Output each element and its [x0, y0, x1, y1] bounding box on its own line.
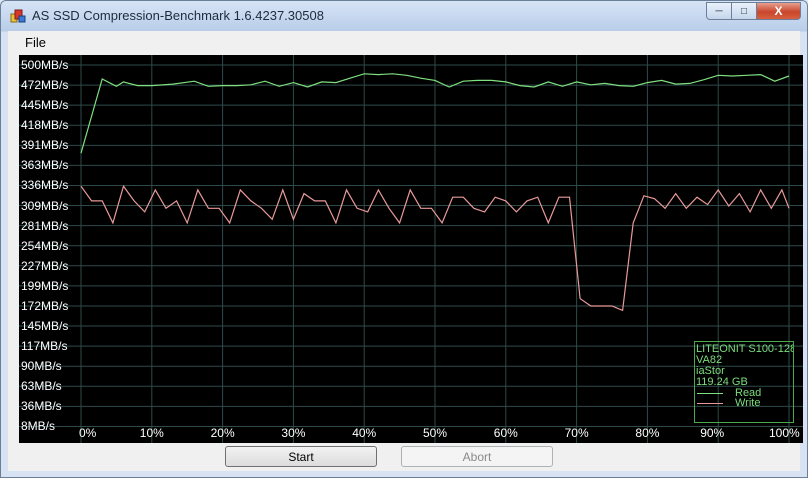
start-button[interactable]: Start — [225, 446, 377, 467]
y-tick-label: 281MB/s — [21, 218, 69, 233]
y-tick-label: 117MB/s — [21, 339, 68, 354]
x-tick-label: 30% — [281, 426, 306, 440]
minimize-button[interactable]: ─ — [706, 2, 732, 20]
y-tick-label: 8MB/s — [21, 419, 56, 434]
x-tick-label: 60% — [493, 426, 518, 440]
x-tick-label: 80% — [635, 426, 660, 440]
legend-write-label: Write — [735, 397, 761, 409]
y-tick-label: 254MB/s — [21, 238, 69, 253]
window-title: AS SSD Compression-Benchmark 1.6.4237.30… — [32, 8, 324, 23]
y-tick-label: 500MB/s — [21, 58, 69, 72]
close-icon: X — [774, 4, 783, 18]
menu-file[interactable]: File — [25, 35, 46, 50]
x-tick-label: 10% — [139, 426, 164, 440]
x-tick-label: 50% — [423, 426, 448, 440]
window-controls: ─ □ X — [706, 2, 801, 20]
maximize-button[interactable]: □ — [732, 2, 757, 20]
client-area: File 500MB/s 472MB/s 445MB/s 418MB/s 391MB/s… — [8, 31, 803, 471]
y-tick-label: 172MB/s — [21, 298, 69, 313]
y-tick-label: 336MB/s — [21, 178, 69, 193]
y-tick-label: 309MB/s — [21, 198, 69, 213]
compression-chart: 500MB/s 472MB/s 445MB/s 418MB/s 391MB/s 363MB… — [19, 55, 803, 443]
legend-write-swatch — [697, 403, 723, 404]
y-tick-label: 227MB/s — [21, 258, 69, 273]
y-tick-label: 90MB/s — [21, 359, 62, 374]
y-tick-label: 363MB/s — [21, 158, 69, 173]
y-tick-label: 145MB/s — [21, 319, 69, 334]
x-tick-label: 100% — [769, 426, 800, 440]
x-tick-label: 0% — [79, 426, 97, 440]
x-tick-label: 20% — [210, 426, 235, 440]
y-tick-label: 445MB/s — [21, 98, 69, 113]
close-button[interactable]: X — [757, 2, 801, 20]
minimize-icon: ─ — [715, 5, 723, 17]
chart-svg — [19, 55, 803, 443]
x-tick-label: 90% — [700, 426, 725, 440]
benchmark-window: AS SSD Compression-Benchmark 1.6.4237.30… — [0, 0, 808, 478]
y-tick-label: 391MB/s — [21, 138, 69, 153]
y-tick-label: 63MB/s — [21, 379, 62, 394]
drive-info-legend: LITEONIT S100-128 VA82 iaStor 119.24 GB … — [694, 341, 794, 423]
y-tick-label: 472MB/s — [21, 78, 69, 93]
y-tick-label: 418MB/s — [21, 118, 69, 133]
abort-button: Abort — [401, 446, 553, 467]
title-bar[interactable]: AS SSD Compression-Benchmark 1.6.4237.30… — [1, 1, 807, 31]
x-tick-label: 40% — [352, 426, 377, 440]
app-icon — [10, 9, 26, 23]
legend-read-swatch — [697, 393, 723, 394]
y-tick-label: 36MB/s — [21, 399, 62, 414]
x-tick-label: 70% — [564, 426, 589, 440]
y-tick-label: 199MB/s — [21, 278, 69, 293]
maximize-icon: □ — [740, 5, 748, 17]
menu-bar: File — [8, 31, 800, 53]
